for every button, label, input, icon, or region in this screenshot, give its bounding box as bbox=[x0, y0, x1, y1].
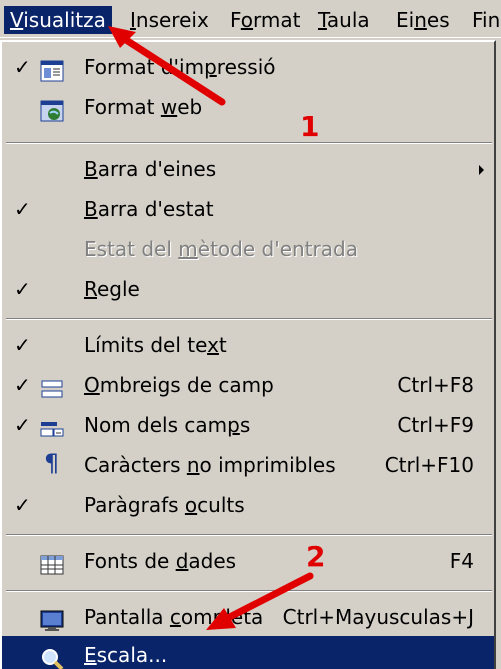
menu-visualitza[interactable]: Visualitza bbox=[4, 6, 112, 34]
menu-separator bbox=[6, 318, 492, 320]
menu-item-label: Ombreigs de camp bbox=[84, 373, 274, 397]
checkmark: ✓ bbox=[14, 55, 31, 79]
menu-item-label: Paràgrafs ocults bbox=[84, 493, 245, 517]
menu-item-label: Format d'impressió bbox=[84, 55, 276, 79]
web-layout-icon bbox=[40, 96, 64, 122]
menu-format[interactable]: Format bbox=[224, 6, 307, 34]
menu-item-label: Pantalla completa bbox=[84, 605, 264, 629]
menu-item-label: Barra d'eines bbox=[84, 157, 217, 181]
data-sources-icon bbox=[40, 550, 64, 575]
checkmark: ✓ bbox=[14, 413, 31, 437]
menu-item-label: Fonts de dades bbox=[84, 549, 237, 573]
menu-item-label: Escala... bbox=[84, 643, 168, 667]
menu-separator bbox=[6, 534, 492, 536]
checkmark: ✓ bbox=[14, 333, 31, 357]
menu-item-nonprinting-characters[interactable]: ¶ Caràcters no imprimibles Ctrl+F10 bbox=[2, 446, 494, 484]
menu-bar: Visualitza Insereix Format Taula Eines F… bbox=[0, 0, 501, 38]
menu-separator bbox=[6, 142, 492, 144]
menu-taula[interactable]: Taula bbox=[312, 6, 376, 34]
menu-item-full-screen[interactable]: Pantalla completa Ctrl+Mayusculas+J bbox=[2, 598, 494, 636]
menu-fine[interactable]: Fine bbox=[466, 6, 501, 34]
menu-item-label: Barra d'estat bbox=[84, 197, 214, 221]
full-screen-icon bbox=[40, 606, 64, 631]
field-shading-icon bbox=[40, 374, 64, 398]
menu-item-toolbars[interactable]: Barra d'eines bbox=[2, 150, 494, 188]
checkmark: ✓ bbox=[14, 493, 31, 517]
menu-insereix[interactable]: Insereix bbox=[124, 6, 215, 34]
menu-item-field-names[interactable]: ✓ Nom dels camps Ctrl+F9 bbox=[2, 406, 494, 444]
submenu-arrow-icon bbox=[479, 165, 484, 175]
annotation-step-2: 2 bbox=[306, 540, 326, 573]
menu-item-data-sources[interactable]: Fonts de dades F4 bbox=[2, 542, 494, 580]
menu-item-label: Límits del text bbox=[84, 333, 227, 357]
print-layout-icon bbox=[40, 56, 64, 82]
menu-item-text-boundaries[interactable]: ✓ Límits del text bbox=[2, 326, 494, 364]
menu-separator bbox=[6, 590, 492, 592]
shortcut-label: Ctrl+F8 bbox=[397, 373, 474, 397]
menu-item-hidden-paragraphs[interactable]: ✓ Paràgrafs ocults bbox=[2, 486, 494, 524]
menu-item-print-layout[interactable]: ✓ Format d'impressió bbox=[2, 48, 494, 86]
menu-item-zoom[interactable]: Escala... bbox=[2, 636, 494, 669]
menu-item-web-layout[interactable]: Format web bbox=[2, 88, 494, 126]
menu-item-label: Regle bbox=[84, 277, 140, 301]
menu-item-ruler[interactable]: ✓ Regle bbox=[2, 270, 494, 308]
checkmark: ✓ bbox=[14, 277, 31, 301]
checkmark: ✓ bbox=[14, 197, 31, 221]
menu-item-label: Caràcters no imprimibles bbox=[84, 453, 336, 477]
shortcut-label: F4 bbox=[449, 549, 474, 573]
menu-item-label: Format web bbox=[84, 95, 203, 119]
menu-eines[interactable]: Eines bbox=[390, 6, 456, 34]
shortcut-label: Ctrl+F10 bbox=[384, 453, 474, 477]
menu-item-label: Estat del mètode d'entrada bbox=[84, 237, 358, 261]
shortcut-label: Ctrl+F9 bbox=[397, 413, 474, 437]
field-names-icon bbox=[40, 414, 64, 437]
menu-item-input-method-status: Estat del mètode d'entrada bbox=[2, 230, 494, 268]
view-dropdown-menu: ✓ Format d'impressió Format web Barra d'… bbox=[0, 40, 496, 669]
annotation-step-1: 1 bbox=[300, 110, 320, 143]
menu-item-status-bar[interactable]: ✓ Barra d'estat bbox=[2, 190, 494, 228]
pilcrow-icon: ¶ bbox=[44, 449, 60, 477]
menu-item-field-shadings[interactable]: ✓ Ombreigs de camp Ctrl+F8 bbox=[2, 366, 494, 404]
checkmark: ✓ bbox=[14, 373, 31, 397]
zoom-magnifier-icon bbox=[40, 644, 64, 669]
menu-item-label: Nom dels camps bbox=[84, 413, 251, 437]
shortcut-label: Ctrl+Mayusculas+J bbox=[282, 605, 474, 629]
